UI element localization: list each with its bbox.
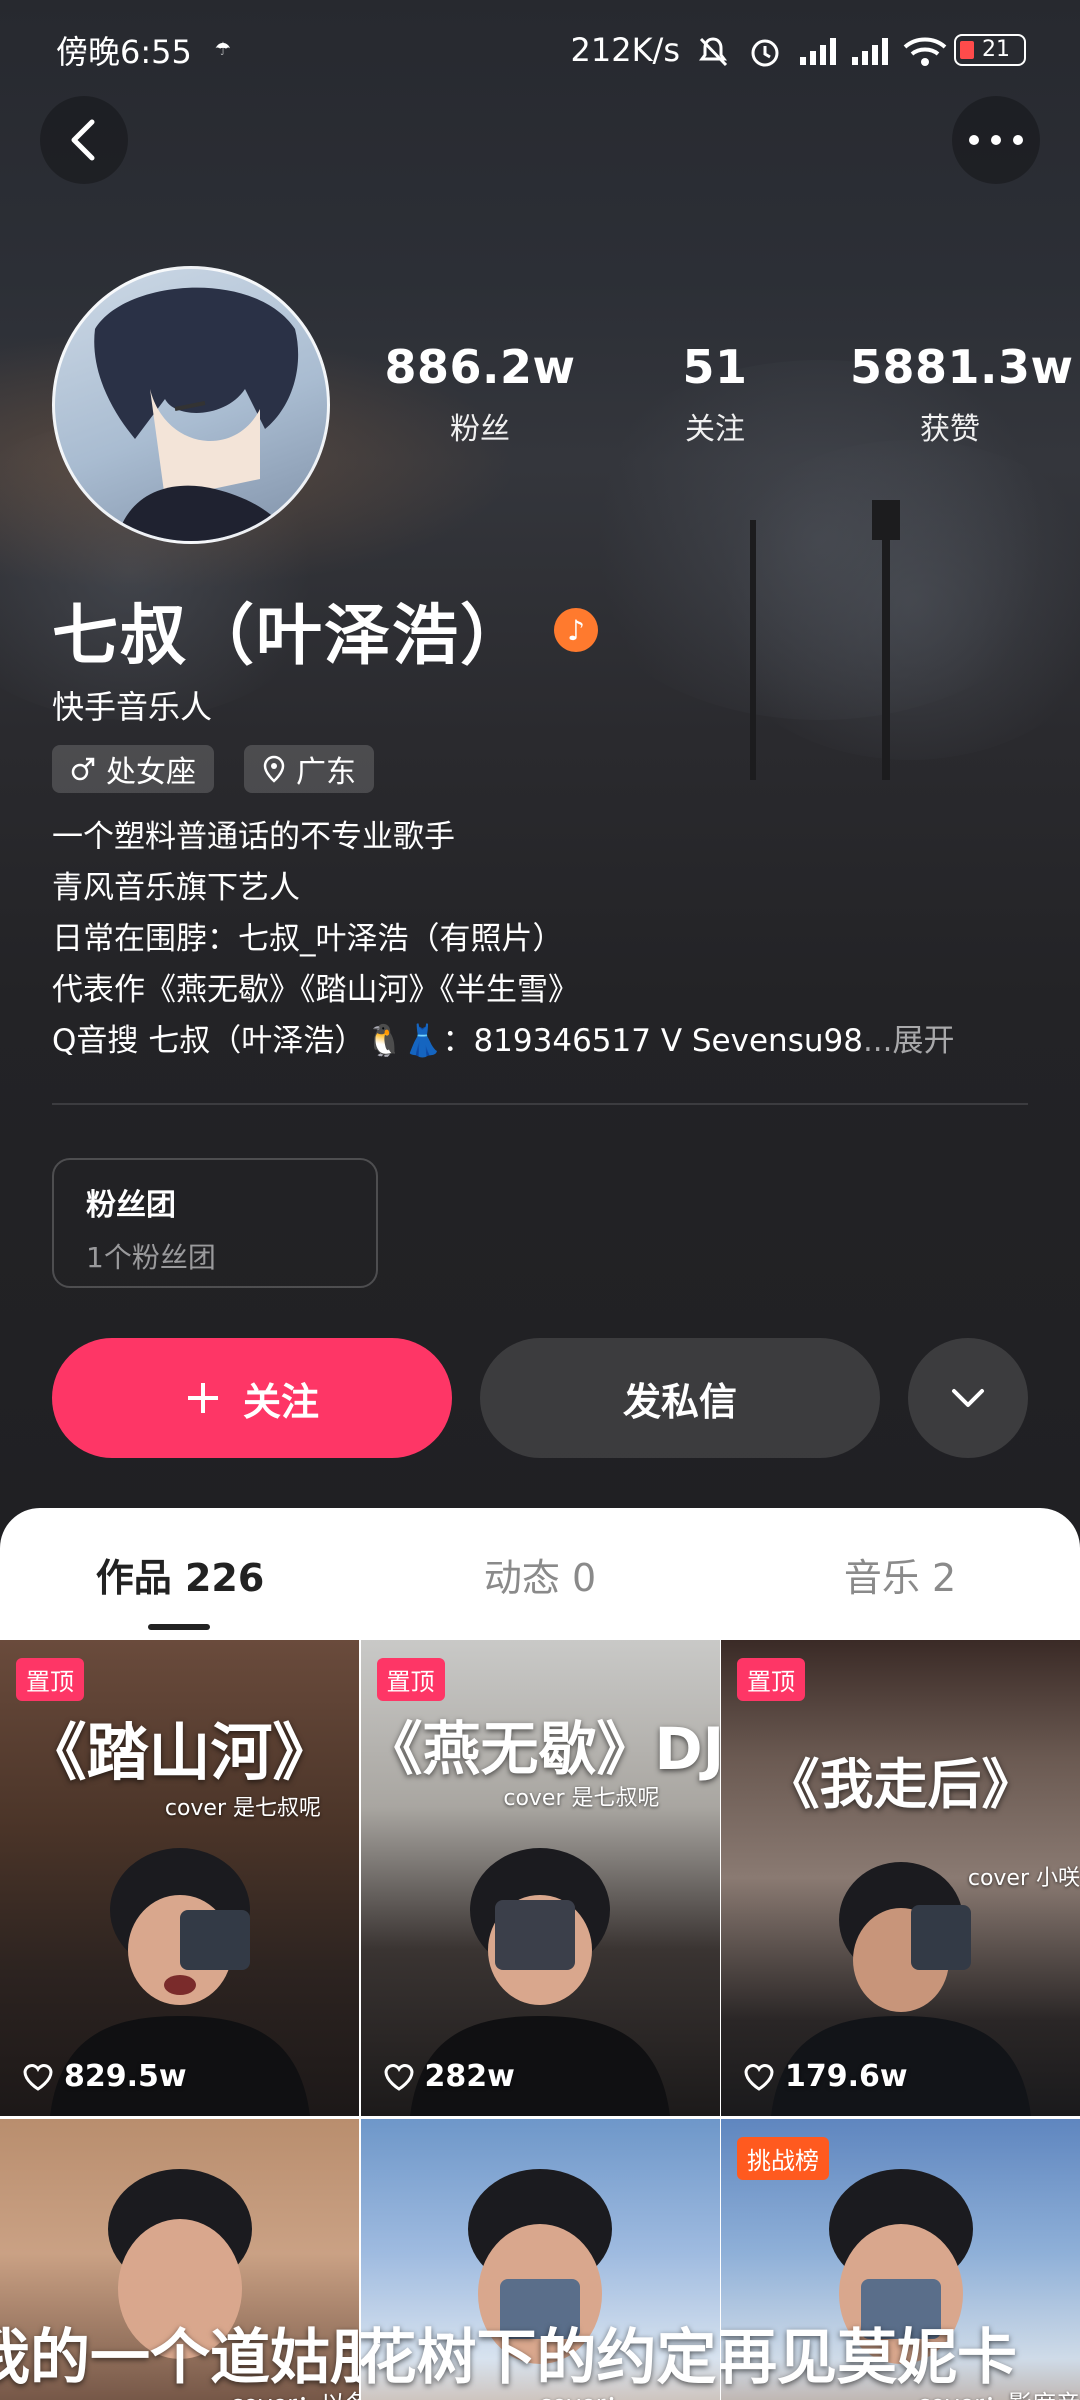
bio-ellipsis: ... <box>862 1023 893 1059</box>
profile-subtitle: 快手音乐人 <box>52 688 213 726</box>
video-cover-credit: cover：以冬 <box>230 2384 359 2400</box>
pinned-badge: 置顶 <box>376 1658 445 1701</box>
video-caption: 《踏山河》 <box>24 1716 335 1789</box>
bio-line-last: Q音搜 七叔（叶泽浩）🐧👗：819346517 V Sevensu98...展开 <box>52 1023 955 1059</box>
tab-moments[interactable]: 动态 0 <box>360 1508 720 1640</box>
tag-location: 广东 <box>244 745 374 793</box>
weather-icon: ☂ <box>214 39 231 60</box>
video-caption: 我的一个道姑朋友 <box>0 2323 359 2393</box>
video-thumbnail[interactable]: 挑战榜 再见莫妮卡 cover：影席彦 <box>721 2119 1080 2400</box>
male-icon <box>71 757 95 781</box>
battery-icon: 21 <box>954 34 1026 66</box>
profile-bio: 一个塑料普通话的不专业歌手 青风音乐旗下艺人 日常在围脖：七叔_叶泽浩（有照片）… <box>52 812 955 1067</box>
more-dots-icon <box>969 135 1023 145</box>
video-caption: 花树下的约定 <box>360 2323 717 2393</box>
video-caption: 《我走后》 <box>765 1753 1036 1816</box>
video-thumbnail[interactable]: 置顶 《踏山河》 cover 是七叔呢 829.5w <box>0 1640 359 2116</box>
stat-label: 获赞 <box>920 412 980 447</box>
chevron-down-icon <box>952 1389 984 1407</box>
mute-icon <box>694 35 732 67</box>
follow-button[interactable]: 关注 <box>52 1338 452 1458</box>
bio-line: 代表作《燕无歇》《踏山河》《半生雪》 <box>52 972 579 1008</box>
more-button[interactable] <box>952 96 1040 184</box>
profile-tags: 处女座 广东 <box>52 745 374 793</box>
heart-icon <box>23 2063 53 2091</box>
video-caption: 《燕无歇》DJ版 <box>364 1715 720 1783</box>
video-thumbnail[interactable]: 我的一个道姑朋友 cover：以冬 <box>0 2119 359 2400</box>
tag-zodiac: 处女座 <box>52 745 214 793</box>
video-caption: 再见莫妮卡 <box>721 2323 1017 2393</box>
like-count: 179.6w <box>743 2059 908 2094</box>
content-tabs: 作品 226 动态 0 音乐 2 <box>0 1508 1080 1640</box>
heart-icon <box>744 2063 774 2091</box>
video-cover-credit: cover 是七叔呢 <box>503 1786 660 1811</box>
status-bar: 傍晚6:55 ☂ 212K/s 21 <box>0 0 1080 100</box>
tag-label: 处女座 <box>106 755 196 790</box>
pinned-badge: 置顶 <box>16 1658 84 1701</box>
like-count: 282w <box>383 2059 515 2094</box>
alarm-icon <box>746 35 784 67</box>
video-cover-credit: cover 是七叔呢 <box>164 1796 321 1821</box>
video-thumbnail[interactable]: 置顶 《燕无歇》DJ版 cover 是七叔呢 282w <box>360 1640 720 2116</box>
avatar[interactable] <box>52 266 330 544</box>
tag-label: 广东 <box>296 755 356 790</box>
like-count: 829.5w <box>22 2059 187 2094</box>
divider <box>52 1103 1028 1105</box>
more-actions-button[interactable] <box>908 1338 1028 1458</box>
status-time: 傍晚6:55 <box>56 33 192 71</box>
heart-icon <box>383 2063 414 2091</box>
music-note-icon[interactable]: ♪ <box>554 608 598 652</box>
video-cover-credit: cover： <box>539 2384 630 2400</box>
stat-following[interactable]: 51 关注 <box>615 340 815 448</box>
stat-followers[interactable]: 886.2w 粉丝 <box>380 340 580 448</box>
stat-label: 关注 <box>685 412 745 447</box>
back-button[interactable] <box>40 96 128 184</box>
plus-icon <box>187 1383 218 1413</box>
tab-works[interactable]: 作品 226 <box>0 1508 360 1640</box>
stat-value: 5881.3w <box>850 340 1074 394</box>
profile-stats: 886.2w 粉丝 51 关注 5881.3w 获赞 <box>380 340 1074 448</box>
message-button[interactable]: 发私信 <box>480 1338 880 1458</box>
bio-expand-link[interactable]: 展开 <box>893 1023 955 1059</box>
fan-club-card[interactable]: 粉丝团 1个粉丝团 <box>52 1158 378 1288</box>
profile-name-row: 七叔（叶泽浩） ♪ <box>52 582 598 678</box>
video-thumbnail[interactable]: 花树下的约定 cover： <box>360 2119 720 2400</box>
network-speed: 212K/s <box>570 31 680 69</box>
challenge-badge: 挑战榜 <box>737 2137 829 2180</box>
location-icon <box>263 755 285 783</box>
fan-club-subtitle: 1个粉丝团 <box>86 1241 216 1274</box>
signal-icon <box>798 35 836 65</box>
pinned-badge: 置顶 <box>737 1658 805 1701</box>
stat-value: 886.2w <box>384 340 576 394</box>
video-grid: 置顶 《踏山河》 cover 是七叔呢 829.5w 置顶 《燕无歇》DJ版 c… <box>0 1640 1080 2400</box>
wifi-icon <box>902 35 947 66</box>
bio-line: 一个塑料普通话的不专业歌手 <box>52 819 455 855</box>
message-label: 发私信 <box>622 1379 737 1424</box>
bio-line: 日常在围脖：七叔_叶泽浩（有照片） <box>52 921 564 957</box>
video-cover-credit: cover：影席彦 <box>917 2384 1080 2400</box>
tab-music[interactable]: 音乐 2 <box>720 1508 1080 1640</box>
profile-name: 七叔（叶泽浩） <box>52 597 528 674</box>
follow-label: 关注 <box>242 1379 319 1424</box>
chevron-left-icon <box>71 119 95 161</box>
stat-value: 51 <box>682 340 748 394</box>
stat-likes[interactable]: 5881.3w 获赞 <box>850 340 1074 448</box>
video-cover-credit: cover 小咲 <box>967 1866 1080 1891</box>
fan-club-title: 粉丝团 <box>86 1188 176 1223</box>
video-thumbnail[interactable]: 置顶 《我走后》 cover 小咲 179.6w <box>721 1640 1080 2116</box>
bio-line: 青风音乐旗下艺人 <box>52 870 300 906</box>
stat-label: 粉丝 <box>450 412 510 447</box>
signal-icon-2 <box>850 35 888 65</box>
